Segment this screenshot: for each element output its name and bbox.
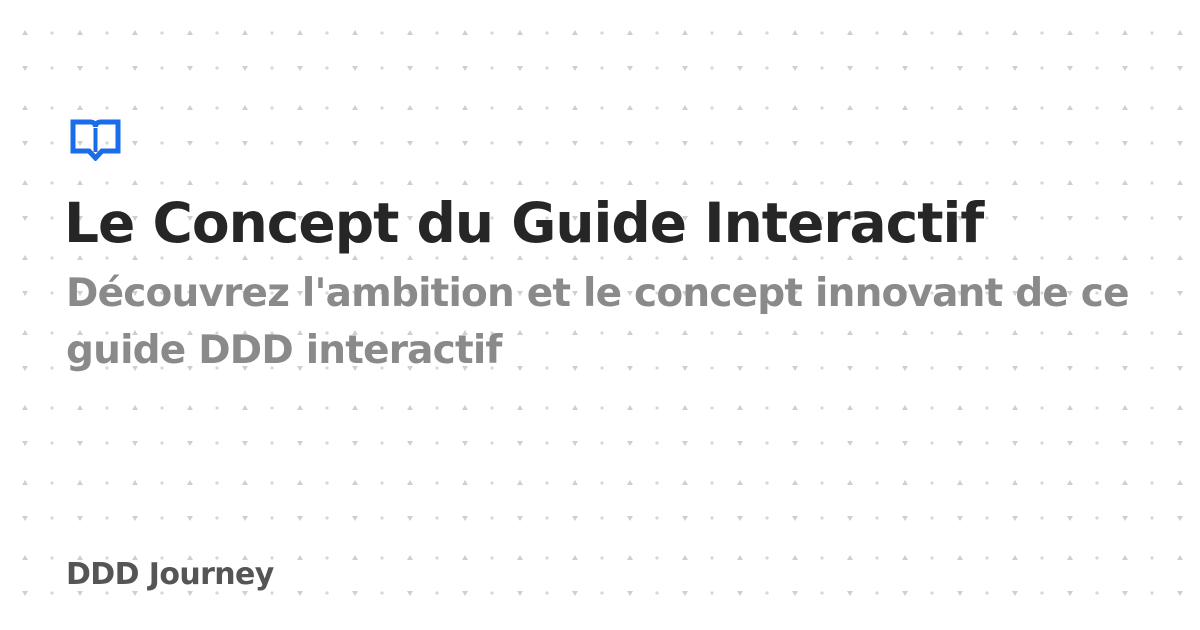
brand-name: DDD Journey (66, 557, 274, 592)
page-subtitle: Découvrez l'ambition et le concept innov… (66, 271, 1130, 373)
page-title: Le Concept du Guide Interactif (64, 191, 984, 255)
open-book-icon (70, 119, 121, 161)
